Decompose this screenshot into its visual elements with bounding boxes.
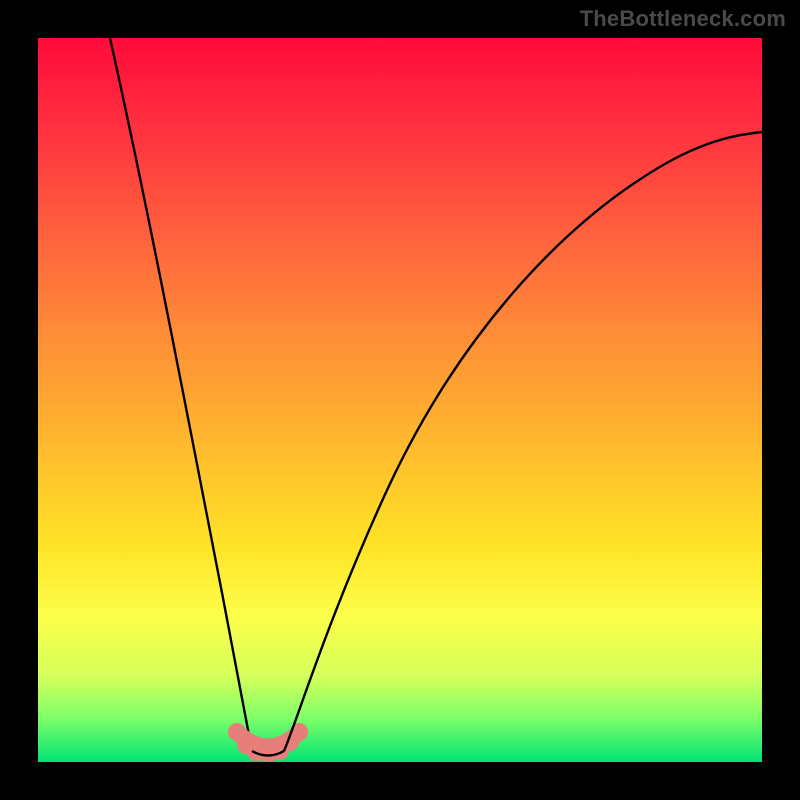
plot-area bbox=[38, 38, 762, 762]
chart-svg bbox=[38, 38, 762, 762]
watermark-text: TheBottleneck.com bbox=[580, 6, 786, 32]
curve-right-arm bbox=[284, 132, 762, 751]
chart-frame: TheBottleneck.com bbox=[0, 0, 800, 800]
curve-left-arm bbox=[110, 38, 252, 751]
